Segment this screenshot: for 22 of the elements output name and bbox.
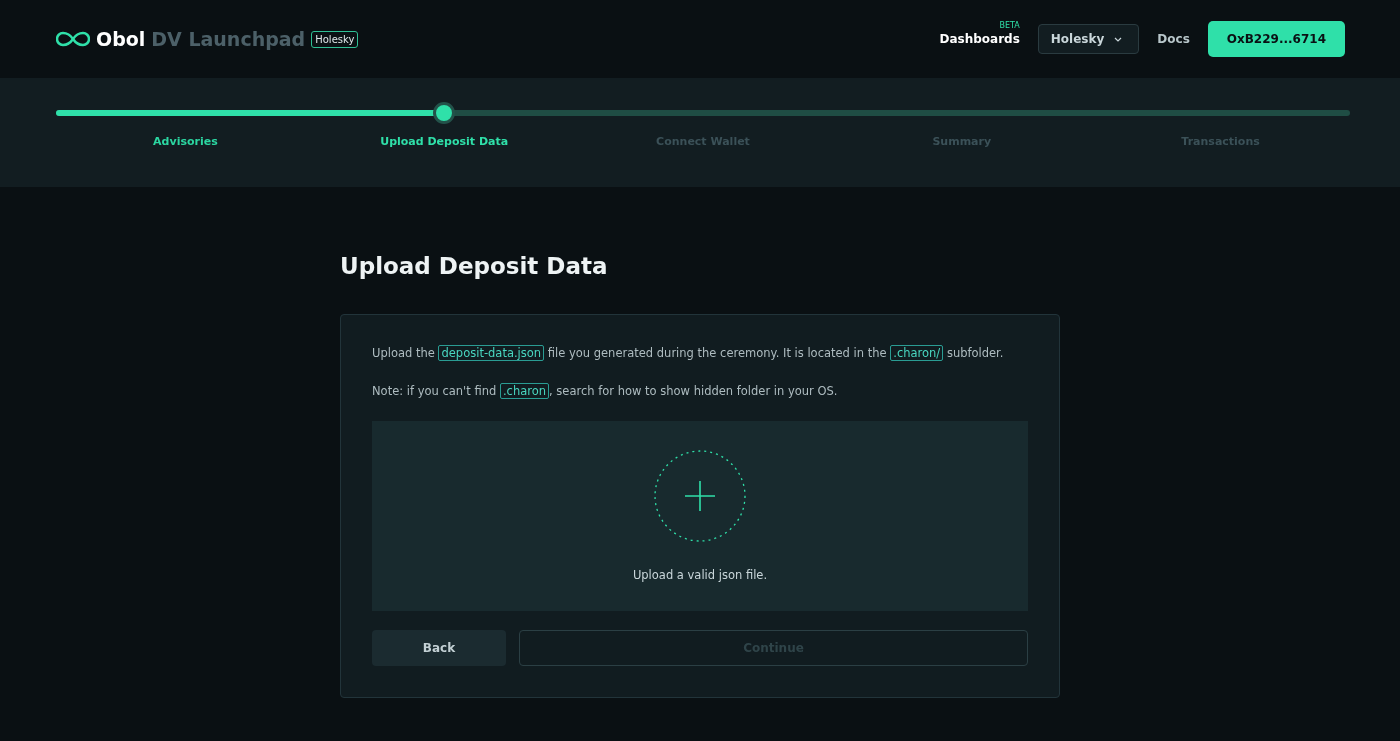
beta-label: BETA	[999, 21, 1020, 30]
instruction-text: Note: if you can't find .charon , search for how to show hidden folder in your OS.	[372, 383, 839, 399]
instruction-text: Upload the deposit-data.json file you generated during the ceremony. It is located in the .charon/ subfolder.	[372, 345, 1005, 361]
network-dropdown[interactable]: Holesky	[1037, 24, 1140, 54]
plus-circle-icon	[654, 450, 746, 542]
docs-link[interactable]: Docs	[1157, 32, 1190, 46]
page-title: Upload Deposit Data	[340, 253, 609, 279]
dashboards-link[interactable]: Dashboards	[939, 32, 1020, 46]
step-label: Upload Deposit Data	[379, 135, 510, 148]
code-tag: .charon	[499, 383, 550, 399]
logo-icon	[56, 31, 90, 47]
network-badge: Holesky	[311, 30, 359, 48]
product-name: DV Launchpad	[151, 28, 306, 50]
code-tag: .charon/	[890, 345, 944, 361]
dropzone[interactable]: Upload a valid json file.	[372, 421, 1028, 611]
chevron-down-icon	[1114, 36, 1123, 42]
wallet-button[interactable]: OxB229...6714	[1207, 21, 1345, 57]
step-label: Advisories	[152, 135, 219, 148]
brand-name: Obol	[96, 28, 146, 50]
back-button[interactable]: Back	[372, 630, 506, 666]
code-tag: deposit-data.json	[438, 345, 545, 361]
dropzone-hint: Upload a valid json file.	[632, 568, 768, 582]
